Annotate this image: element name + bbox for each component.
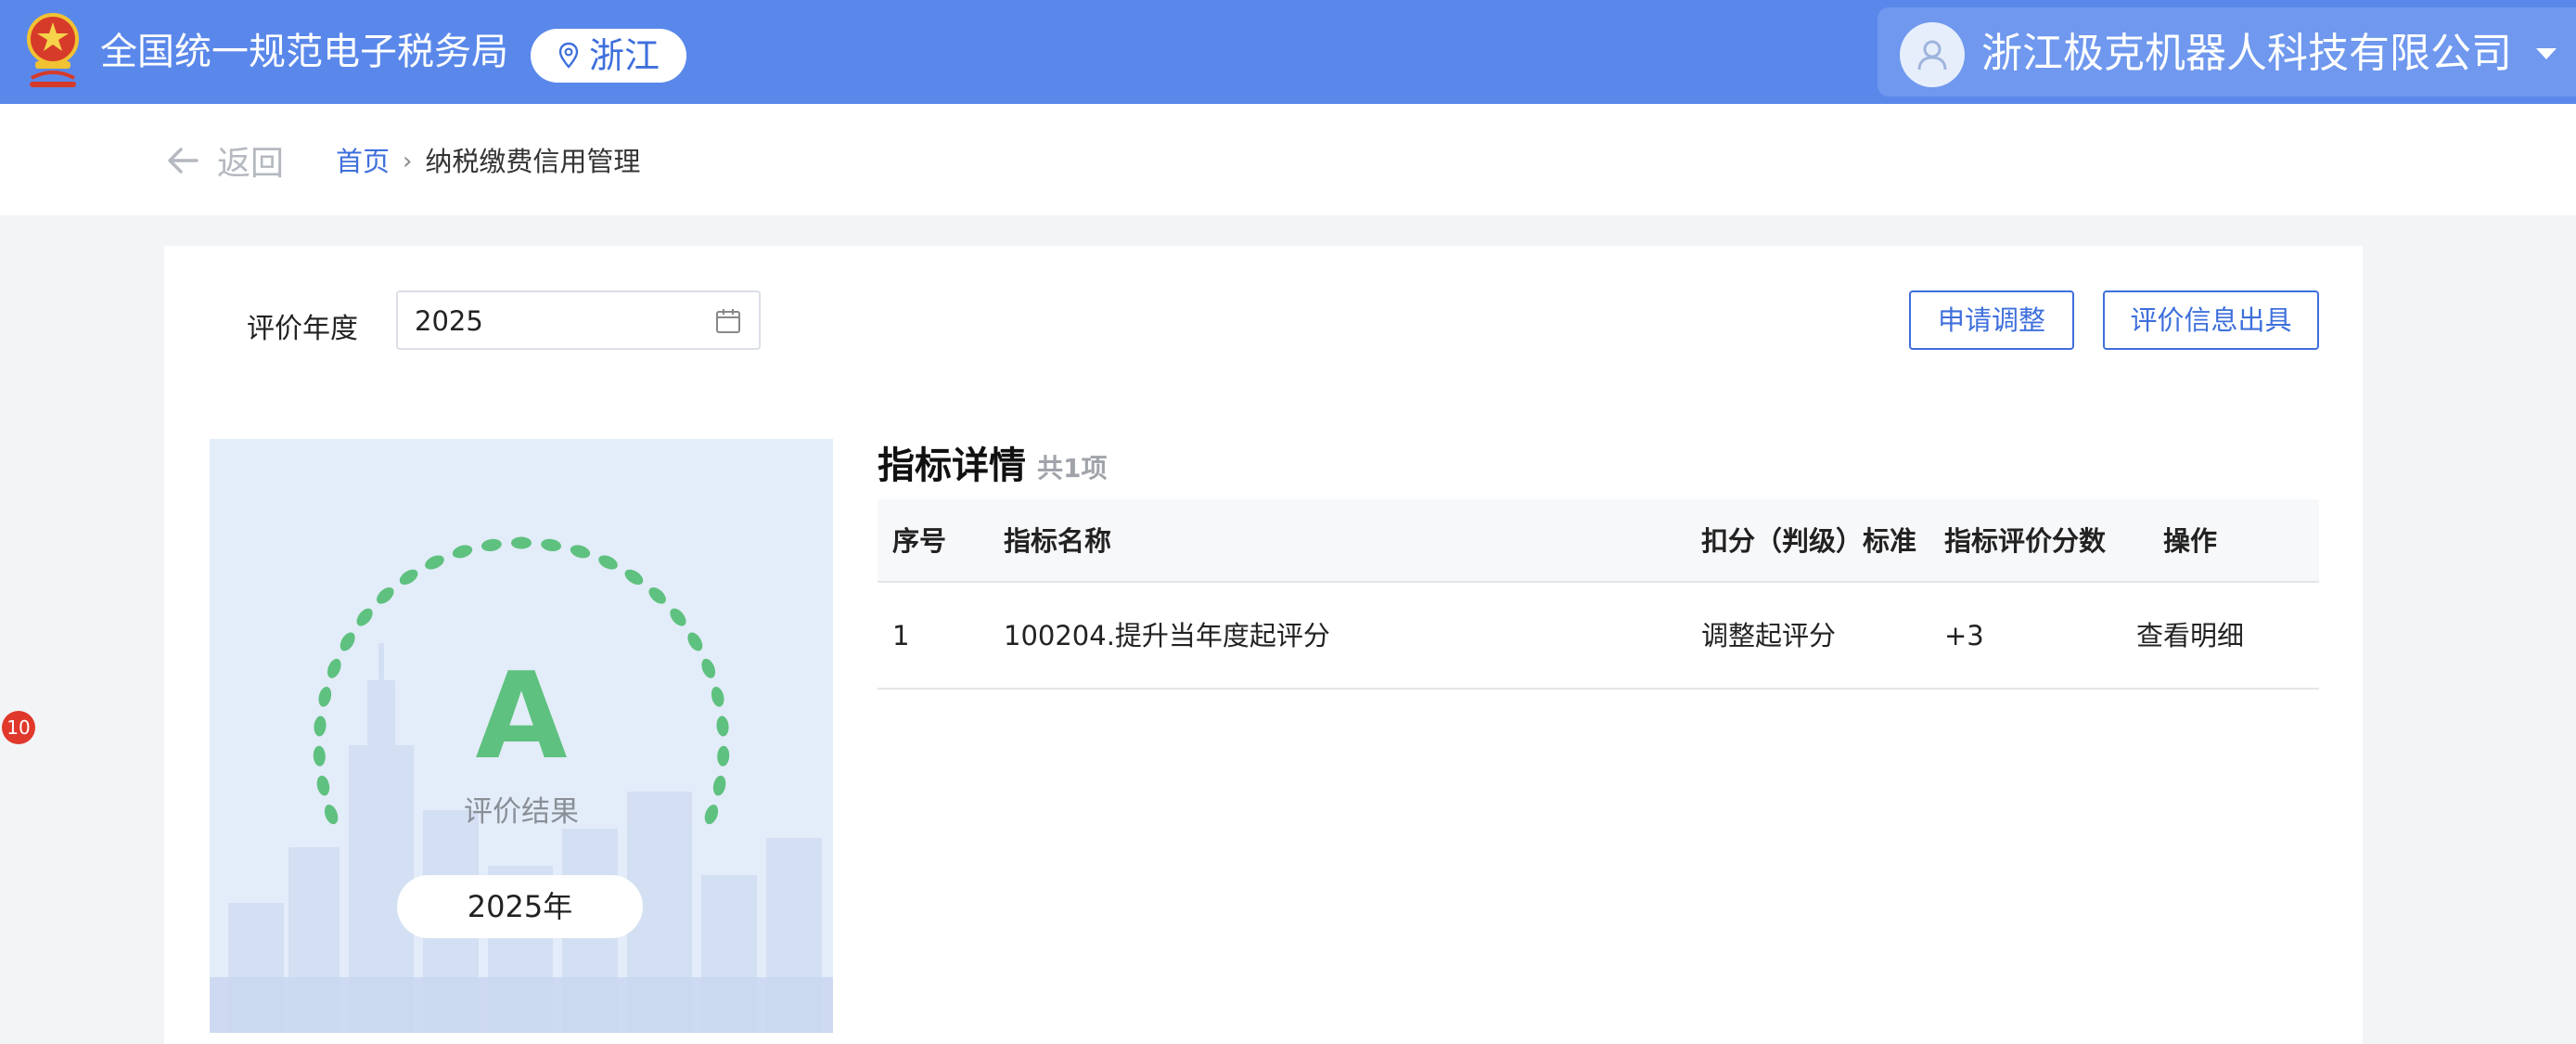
breadcrumb-home-link[interactable]: 首页 — [336, 143, 390, 180]
column-header-score: 指标评价分数 — [1944, 525, 2107, 557]
top-navigation-bar: 全国统一规范电子税务局 浙江 浙江极克机器人科技有限公司 — [0, 0, 2576, 104]
arc-dot — [452, 545, 473, 559]
credit-grade: A — [475, 648, 568, 786]
indicator-table: 序号 指标名称 扣分（判级）标准 指标评价分数 操作 1 100204.提升当年… — [878, 499, 2319, 690]
evaluation-year-badge: 2025年 — [397, 875, 643, 938]
arc-dot — [377, 586, 394, 604]
arc-dot — [624, 569, 644, 586]
arc-dot — [670, 608, 686, 626]
breadcrumb-current: 纳税缴费信用管理 — [425, 146, 641, 177]
table-header: 序号 指标名称 扣分（判级）标准 指标评价分数 操作 — [878, 499, 2319, 583]
arc-dot — [340, 632, 355, 651]
back-button[interactable]: 返回 — [167, 137, 284, 184]
credit-management-card: 评价年度 2025 申请调整 评价信息出具 A 评价结果 2025年 指标详情 … — [164, 246, 2363, 1044]
region-selector[interactable]: 浙江 — [531, 29, 686, 83]
evaluation-year-picker[interactable]: 2025 — [396, 290, 761, 350]
issue-evaluation-info-button[interactable]: 评价信息出具 — [2103, 290, 2319, 350]
back-label: 返回 — [217, 145, 285, 183]
company-name: 浙江极克机器人科技有限公司 — [1981, 30, 2512, 77]
arc-dot — [399, 569, 418, 586]
view-details-link[interactable]: 查看明细 — [2111, 583, 2269, 690]
arc-dot — [425, 555, 444, 570]
column-header-name: 指标名称 — [1004, 525, 1112, 557]
arc-dot — [541, 538, 562, 552]
region-name: 浙江 — [588, 35, 660, 76]
row-index: 1 — [892, 620, 910, 651]
column-header-standard: 扣分（判级）标准 — [1701, 525, 1917, 557]
arrow-left-icon — [168, 148, 199, 174]
table-row: 1 100204.提升当年度起评分 调整起评分 +3 查看明细 — [878, 583, 2319, 690]
evaluation-result-panel: A 评价结果 2025年 — [210, 439, 833, 1033]
evaluation-year-value: 2025 — [415, 305, 483, 337]
arc-dot — [511, 536, 532, 549]
arc-dot — [687, 632, 703, 651]
breadcrumb: 首页 › 纳税缴费信用管理 — [336, 143, 640, 180]
arc-dot — [570, 545, 591, 559]
avatar — [1900, 22, 1965, 87]
arc-dot — [481, 538, 502, 552]
evaluation-result-label: 评价结果 — [464, 795, 579, 829]
calendar-icon — [716, 309, 740, 333]
indicator-details-title: 指标详情 — [878, 445, 1026, 487]
indicator-count: 共1项 — [1037, 453, 1108, 483]
notification-badge[interactable]: 10 — [2, 711, 35, 744]
user-menu[interactable]: 浙江极克机器人科技有限公司 — [1878, 7, 2576, 97]
evaluation-year-label: 评价年度 — [247, 313, 358, 345]
arc-dot — [648, 586, 666, 604]
row-standard: 调整起评分 — [1701, 620, 1837, 651]
tax-emblem-icon — [27, 13, 79, 87]
row-indicator-name: 100204.提升当年度起评分 — [1004, 620, 1330, 651]
arc-dot — [598, 555, 618, 570]
column-header-action: 操作 — [2162, 525, 2217, 557]
location-pin-icon — [558, 42, 579, 69]
sub-navigation-bar: 返回 首页 › 纳税缴费信用管理 — [0, 104, 2576, 215]
row-score: +3 — [1944, 620, 1984, 651]
site-title: 全国统一规范电子税务局 — [100, 31, 508, 73]
apply-adjustment-button[interactable]: 申请调整 — [1909, 290, 2074, 350]
user-icon — [1917, 40, 1947, 71]
column-header-index: 序号 — [892, 525, 947, 557]
chevron-right-icon: › — [403, 148, 413, 175]
caret-down-icon[interactable] — [2536, 48, 2557, 59]
arc-dot — [356, 608, 373, 626]
